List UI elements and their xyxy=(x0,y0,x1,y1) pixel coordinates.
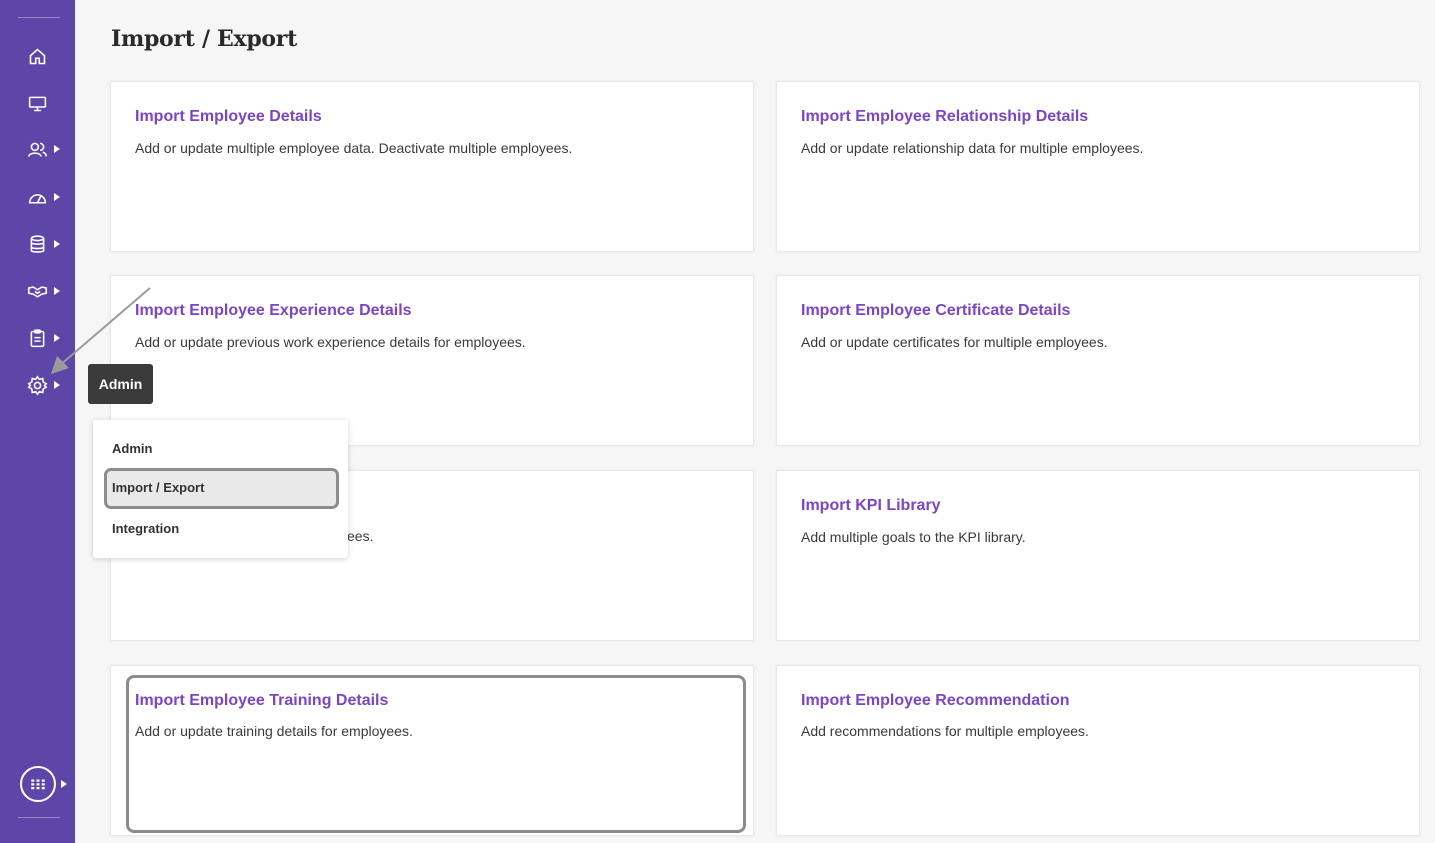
card-import-training-details[interactable]: Import Employee Training Details Add or … xyxy=(110,665,754,836)
card-description: Add or update previous work experience d… xyxy=(135,334,526,350)
sidebar-item-admin[interactable] xyxy=(0,368,75,402)
chevron-right-icon xyxy=(61,780,67,788)
chevron-right-icon xyxy=(54,145,60,153)
page-title: Import / Export xyxy=(111,26,297,52)
chevron-right-icon xyxy=(54,193,60,201)
sidebar-divider-top xyxy=(18,17,60,18)
card-title[interactable]: Import Employee Training Details xyxy=(135,692,388,710)
admin-submenu: Admin Import / Export Integration xyxy=(93,420,348,558)
card-import-employee-details[interactable]: Import Employee Details Add or update mu… xyxy=(110,81,754,252)
card-description: Add or update relationship data for mult… xyxy=(801,140,1144,156)
card-title[interactable]: Import KPI Library xyxy=(801,497,941,515)
card-description: Add or update training details for emplo… xyxy=(135,723,413,739)
card-description: Add or update certificates for multiple … xyxy=(801,334,1108,350)
sidebar-item-home[interactable] xyxy=(0,39,75,73)
card-description: ees. xyxy=(347,528,374,544)
dashboard-gauge-icon xyxy=(28,194,47,204)
sidebar xyxy=(0,0,75,843)
sidebar-item-people[interactable] xyxy=(0,132,75,166)
sidebar-item-clipboard[interactable] xyxy=(0,321,75,355)
settings-gear-icon xyxy=(27,375,48,396)
card-title[interactable]: Import Employee Relationship Details xyxy=(801,108,1088,126)
card-title[interactable]: Import Employee Experience Details xyxy=(135,302,412,320)
sidebar-tooltip: Admin xyxy=(88,364,153,404)
card-description: Add or update multiple employee data. De… xyxy=(135,140,573,156)
database-icon xyxy=(30,235,45,253)
monitor-icon xyxy=(28,96,47,112)
chevron-right-icon xyxy=(54,381,60,389)
card-description: Add multiple goals to the KPI library. xyxy=(801,529,1026,545)
sidebar-item-dashboard[interactable] xyxy=(0,180,75,214)
clipboard-icon xyxy=(30,329,45,348)
card-title[interactable]: Import Employee Certificate Details xyxy=(801,302,1070,320)
card-import-relationship-details[interactable]: Import Employee Relationship Details Add… xyxy=(776,81,1420,252)
chevron-right-icon xyxy=(54,334,60,342)
sidebar-item-database[interactable] xyxy=(0,227,75,261)
sidebar-item-handshake[interactable] xyxy=(0,274,75,308)
home-icon xyxy=(29,48,46,65)
card-title[interactable]: Import Employee Recommendation xyxy=(801,692,1070,710)
chevron-right-icon xyxy=(54,240,60,248)
apps-button[interactable] xyxy=(20,766,56,802)
chevron-right-icon xyxy=(54,287,60,295)
card-description: Add recommendations for multiple employe… xyxy=(801,723,1089,739)
apps-grid-icon xyxy=(31,779,45,790)
card-import-kpi-library[interactable]: Import KPI Library Add multiple goals to… xyxy=(776,470,1420,641)
menu-item-admin[interactable]: Admin xyxy=(112,441,152,456)
card-import-recommendation[interactable]: Import Employee Recommendation Add recom… xyxy=(776,665,1420,836)
sidebar-item-monitor[interactable] xyxy=(0,86,75,120)
people-icon xyxy=(27,142,48,157)
menu-item-import-export[interactable]: Import / Export xyxy=(112,480,204,495)
menu-item-integration[interactable]: Integration xyxy=(112,521,179,536)
card-title[interactable]: Import Employee Details xyxy=(135,108,322,126)
sidebar-divider-bottom xyxy=(18,817,60,818)
handshake-icon xyxy=(27,286,48,298)
card-import-certificate-details[interactable]: Import Employee Certificate Details Add … xyxy=(776,275,1420,446)
